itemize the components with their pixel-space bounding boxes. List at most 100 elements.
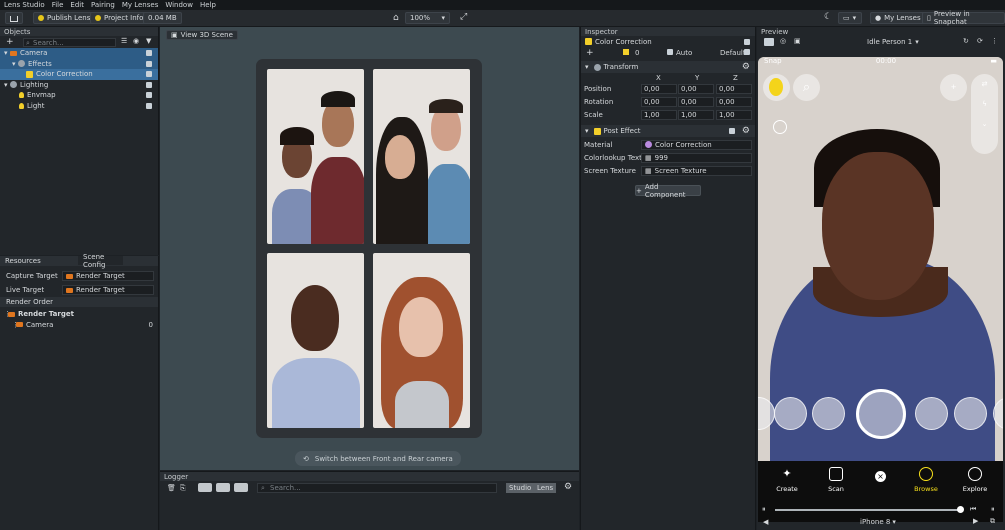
- capture-button[interactable]: [856, 389, 906, 439]
- layer-value[interactable]: 0: [635, 49, 639, 57]
- video-icon[interactable]: ◎: [780, 37, 786, 45]
- list-icon[interactable]: ☰: [121, 37, 127, 45]
- search-icon[interactable]: ⌕: [793, 74, 820, 101]
- visibility-checkbox[interactable]: [146, 60, 152, 67]
- screen-texture-field[interactable]: ▦ Screen Texture: [641, 165, 752, 176]
- tree-item-light[interactable]: Light: [0, 101, 158, 112]
- menu-file[interactable]: File: [52, 1, 64, 9]
- lens-slot[interactable]: [954, 397, 987, 430]
- snapchat-preview[interactable]: Snap 00:00 ▬ ⌕ + ⇄ ϟ ⌄ ✦ Create Scan × B…: [758, 57, 1003, 522]
- device-pairing-button[interactable]: ▭ ▾: [838, 12, 862, 24]
- rotation-y-field[interactable]: 0,00: [678, 96, 714, 107]
- reset-icon[interactable]: ⌂: [393, 13, 399, 23]
- add-friend-icon[interactable]: +: [940, 74, 967, 101]
- enabled-checkbox[interactable]: [744, 38, 750, 45]
- transform-header[interactable]: ▾ Transform ⚙: [581, 61, 755, 73]
- moon-icon[interactable]: ☾: [824, 12, 832, 22]
- render-order-rt[interactable]: ⋮ Render Target: [0, 309, 158, 320]
- scale-y-field[interactable]: 1,00: [678, 109, 714, 120]
- view-3d-scene-button[interactable]: ▣ View 3D Scene: [166, 30, 238, 40]
- position-z-field[interactable]: 0,00: [716, 83, 752, 94]
- nav-create[interactable]: ✦ Create: [767, 467, 807, 493]
- error-filter-icon[interactable]: [234, 483, 248, 492]
- visibility-checkbox[interactable]: [146, 81, 152, 88]
- skip-back-icon[interactable]: ⏮: [970, 505, 976, 514]
- visibility-checkbox[interactable]: [146, 50, 152, 57]
- pause-icon[interactable]: ⏸: [762, 505, 766, 514]
- zoom-select[interactable]: 100% ▾: [405, 12, 450, 24]
- visibility-checkbox[interactable]: [146, 92, 152, 99]
- my-lenses-button[interactable]: ● My Lenses: [870, 12, 926, 24]
- capture-target-field[interactable]: Render Target: [62, 271, 154, 281]
- publish-lens-button[interactable]: Publish Lens: [33, 12, 96, 24]
- studio-filter-button[interactable]: Studio: [506, 483, 535, 493]
- default-checkbox[interactable]: [744, 49, 750, 55]
- project-info-button[interactable]: Project Info: [90, 12, 149, 24]
- record-icon[interactable]: ▶: [973, 517, 978, 525]
- preview-in-snapchat-button[interactable]: ▯ Preview in Snapchat: [922, 10, 1005, 26]
- visibility-checkbox[interactable]: [146, 102, 152, 109]
- tree-item-envmap[interactable]: Envmap: [0, 90, 158, 101]
- fullscreen-icon[interactable]: ⤢: [460, 12, 467, 22]
- add-object-icon[interactable]: +: [6, 37, 14, 47]
- logger-search-input[interactable]: ⌕ Search...: [257, 483, 497, 493]
- gear-icon[interactable]: ⚙: [564, 482, 572, 492]
- rotation-x-field[interactable]: 0,00: [641, 96, 677, 107]
- objects-search-input[interactable]: ⌕ Search...: [23, 38, 116, 47]
- lens-slot[interactable]: [812, 397, 845, 430]
- tree-item-lighting[interactable]: ▾ Lighting: [0, 80, 158, 91]
- colorlookup-field[interactable]: ▦ 999: [641, 152, 752, 163]
- clear-icon[interactable]: ⎘: [180, 484, 186, 493]
- switch-camera-button[interactable]: ⟲ Switch between Front and Rear camera: [295, 451, 461, 466]
- lens-slot[interactable]: [774, 397, 807, 430]
- menu-pairing[interactable]: Pairing: [91, 1, 115, 9]
- post-effect-header[interactable]: ▾ Post Effect ⚙: [581, 125, 755, 137]
- flip-camera-icon[interactable]: ⇄: [971, 80, 998, 88]
- lens-filter-button[interactable]: Lens: [534, 483, 557, 493]
- nav-explore[interactable]: Explore: [955, 467, 995, 493]
- webcam-icon[interactable]: ▣: [794, 37, 801, 45]
- live-target-field[interactable]: Render Target: [62, 285, 154, 295]
- scale-x-field[interactable]: 1,00: [641, 109, 677, 120]
- menu-window[interactable]: Window: [165, 1, 193, 9]
- info-filter-icon[interactable]: [198, 483, 212, 492]
- position-x-field[interactable]: 0,00: [641, 83, 677, 94]
- close-icon[interactable]: ×: [875, 471, 886, 482]
- auto-checkbox[interactable]: [667, 49, 673, 55]
- home-button[interactable]: [5, 12, 23, 24]
- material-field[interactable]: Color Correction: [641, 139, 752, 150]
- render-order-camera[interactable]: ⋮ Camera 0: [0, 320, 158, 331]
- tree-item-camera[interactable]: ▾ Camera: [0, 48, 158, 59]
- timer-icon[interactable]: [773, 120, 787, 134]
- nav-scan[interactable]: Scan: [816, 467, 856, 493]
- eye-icon[interactable]: ◉: [133, 37, 139, 45]
- menu-my-lenses[interactable]: My Lenses: [122, 1, 159, 9]
- rotation-z-field[interactable]: 0,00: [716, 96, 752, 107]
- menu-edit[interactable]: Edit: [70, 1, 84, 9]
- tab-resources[interactable]: Resources: [0, 256, 78, 265]
- bitmoji-button[interactable]: [763, 74, 790, 101]
- chevron-down-icon[interactable]: ⌄: [971, 120, 998, 128]
- filter-icon[interactable]: ▼: [146, 37, 151, 45]
- object-name[interactable]: Color Correction: [595, 38, 652, 46]
- lens-slot[interactable]: [915, 397, 948, 430]
- photo-icon[interactable]: [764, 38, 774, 46]
- device-select[interactable]: iPhone 8 ▾: [860, 518, 896, 526]
- screenshot-icon[interactable]: ⧉: [990, 517, 995, 526]
- playback-handle[interactable]: [957, 506, 964, 513]
- flash-off-icon[interactable]: ϟ: [971, 100, 998, 108]
- position-y-field[interactable]: 0,00: [678, 83, 714, 94]
- pause-icon[interactable]: ⏸: [991, 505, 995, 514]
- gear-icon[interactable]: ⚙: [742, 62, 750, 72]
- warning-filter-icon[interactable]: [216, 483, 230, 492]
- post-effect-checkbox[interactable]: [729, 128, 735, 134]
- trash-icon[interactable]: 🗑: [167, 484, 176, 492]
- menu-help[interactable]: Help: [200, 1, 216, 9]
- add-component-button[interactable]: + Add Component: [635, 183, 701, 199]
- scale-z-field[interactable]: 1,00: [716, 109, 752, 120]
- refresh-icon[interactable]: ↻: [963, 37, 969, 45]
- add-icon[interactable]: +: [586, 48, 594, 58]
- person-select[interactable]: Idle Person 1 ▾: [867, 38, 919, 46]
- tree-item-effects[interactable]: ▾ Effects: [0, 58, 158, 69]
- menu-app[interactable]: Lens Studio: [4, 1, 45, 9]
